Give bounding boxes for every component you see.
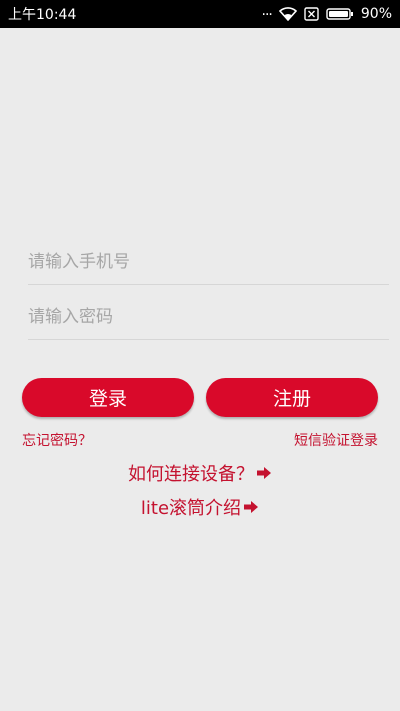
status-bar: 上午10:44 ... 90% (0, 0, 400, 28)
forgot-password-link[interactable]: 忘记密码？ (22, 430, 92, 450)
arrow-right-icon (243, 500, 259, 514)
arrow-right-icon (256, 466, 272, 480)
password-field[interactable] (28, 295, 389, 340)
phone-input[interactable] (28, 240, 389, 284)
login-button[interactable]: 登录 (22, 378, 194, 417)
how-to-connect-link[interactable]: 如何连接设备？ (0, 460, 400, 486)
wifi-icon (278, 7, 297, 21)
status-icons: ... 90% (261, 3, 392, 22)
lite-intro-label: lite滚筒介绍 (140, 498, 242, 519)
password-input[interactable] (28, 295, 389, 339)
phone-field[interactable] (28, 240, 389, 285)
register-button[interactable]: 注册 (206, 378, 378, 417)
how-to-connect-label: 如何连接设备？ (128, 464, 254, 485)
lite-intro-link[interactable]: lite滚筒介绍 (0, 494, 400, 520)
no-sim-icon (304, 7, 319, 21)
more-dots-icon: ... (261, 3, 273, 19)
sms-login-link[interactable]: 短信验证登录 (294, 430, 378, 450)
battery-percent: 90% (360, 6, 392, 22)
battery-icon (326, 7, 354, 21)
status-time: 上午10:44 (8, 7, 77, 23)
